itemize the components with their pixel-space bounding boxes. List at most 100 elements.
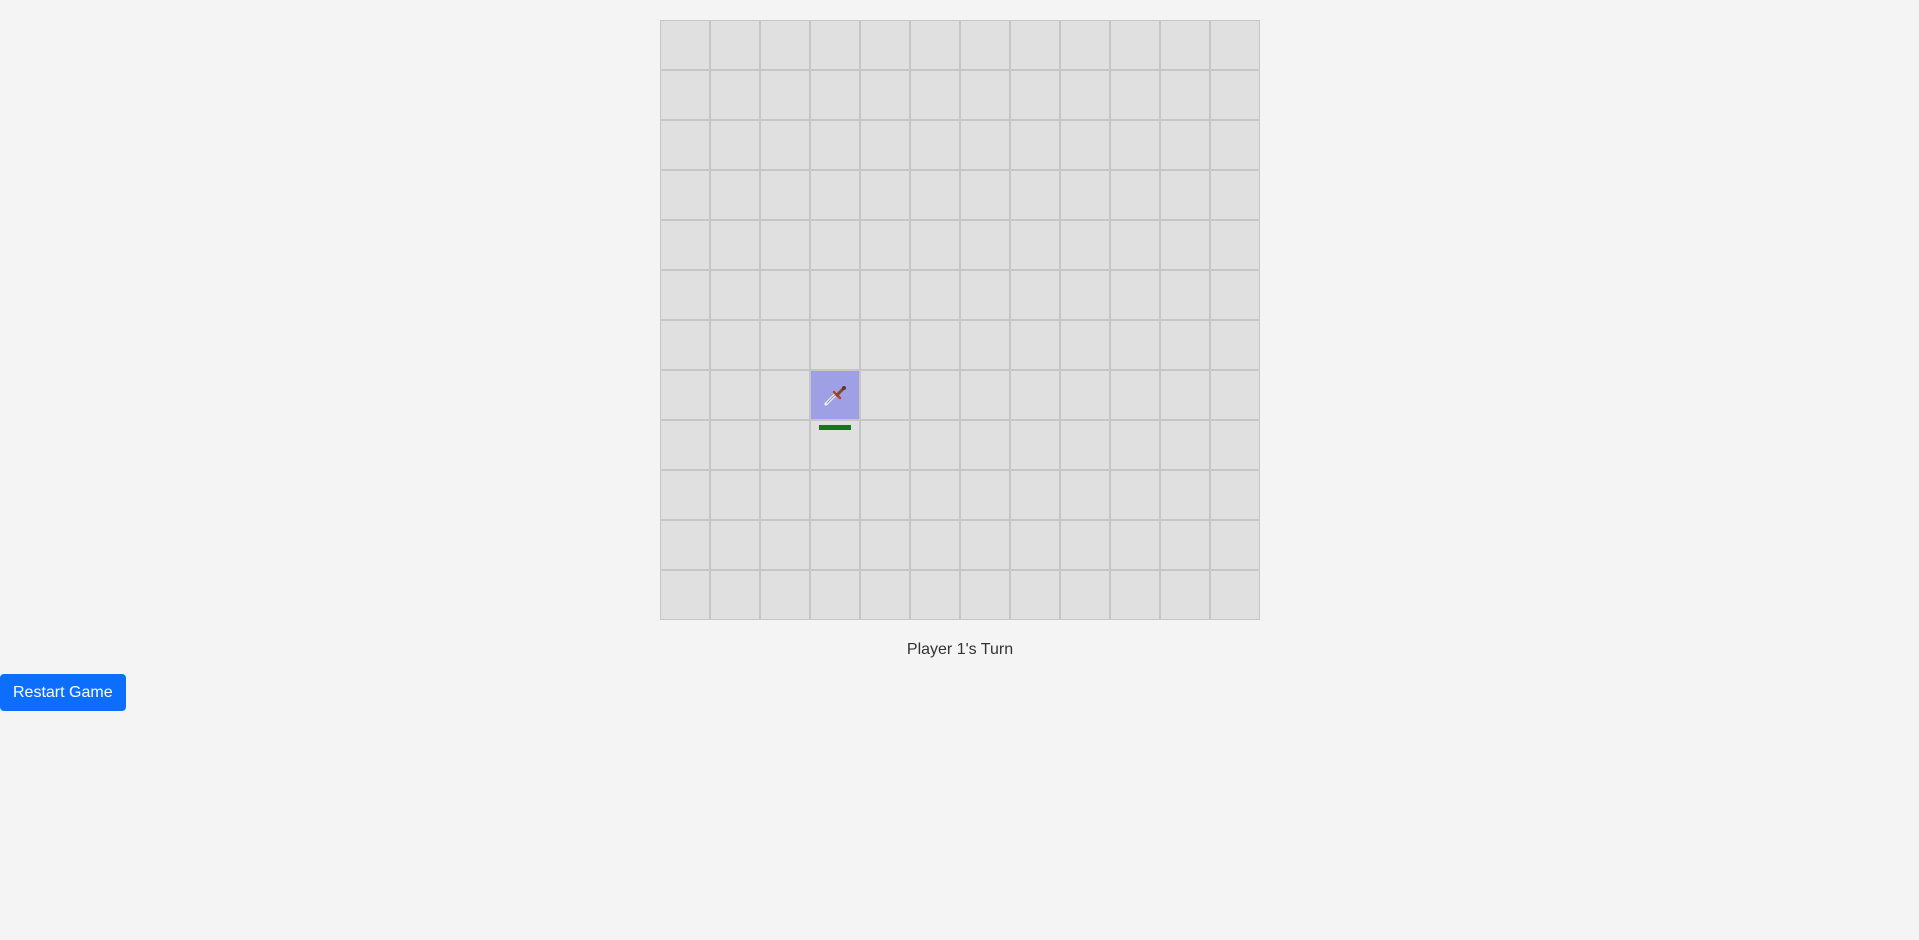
board-cell[interactable] bbox=[1060, 520, 1110, 570]
board-cell[interactable] bbox=[960, 520, 1010, 570]
board-cell[interactable] bbox=[1060, 270, 1110, 320]
board-cell[interactable] bbox=[1160, 570, 1210, 620]
board-cell[interactable] bbox=[1060, 70, 1110, 120]
board-cell[interactable] bbox=[760, 220, 810, 270]
board-cell[interactable] bbox=[860, 20, 910, 70]
board-cell[interactable] bbox=[810, 170, 860, 220]
board-cell[interactable] bbox=[1110, 520, 1160, 570]
board-cell[interactable] bbox=[1060, 570, 1110, 620]
board-cell[interactable] bbox=[1010, 270, 1060, 320]
board-cell[interactable] bbox=[1160, 420, 1210, 470]
board-cell[interactable] bbox=[1210, 220, 1260, 270]
board-cell[interactable] bbox=[1160, 470, 1210, 520]
board-cell[interactable] bbox=[1210, 570, 1260, 620]
board-cell[interactable] bbox=[1010, 220, 1060, 270]
board-cell[interactable] bbox=[1210, 120, 1260, 170]
board-cell[interactable] bbox=[860, 470, 910, 520]
board-cell[interactable] bbox=[660, 70, 710, 120]
board-cell[interactable] bbox=[810, 570, 860, 620]
board-cell[interactable] bbox=[660, 370, 710, 420]
board-cell[interactable] bbox=[960, 270, 1010, 320]
board-cell[interactable] bbox=[910, 320, 960, 370]
board-cell[interactable] bbox=[1010, 320, 1060, 370]
board-cell[interactable] bbox=[810, 520, 860, 570]
board-cell[interactable] bbox=[710, 320, 760, 370]
board-cell[interactable] bbox=[710, 370, 760, 420]
board-cell[interactable] bbox=[910, 420, 960, 470]
board-cell[interactable] bbox=[1210, 370, 1260, 420]
board-cell[interactable] bbox=[1110, 470, 1160, 520]
board-cell[interactable] bbox=[1110, 420, 1160, 470]
board-cell[interactable] bbox=[660, 270, 710, 320]
board-cell[interactable] bbox=[860, 170, 910, 220]
board-cell[interactable] bbox=[910, 270, 960, 320]
board-cell[interactable] bbox=[810, 320, 860, 370]
board-cell[interactable] bbox=[960, 120, 1010, 170]
board-cell[interactable] bbox=[760, 420, 810, 470]
board-cell[interactable] bbox=[960, 470, 1010, 520]
board-cell[interactable] bbox=[1010, 370, 1060, 420]
board-cell[interactable] bbox=[860, 570, 910, 620]
board-cell[interactable] bbox=[710, 420, 760, 470]
board-cell[interactable] bbox=[1110, 70, 1160, 120]
board-cell[interactable] bbox=[760, 70, 810, 120]
board-cell[interactable] bbox=[1160, 320, 1210, 370]
board-cell[interactable] bbox=[910, 120, 960, 170]
board-cell[interactable] bbox=[710, 170, 760, 220]
board-cell[interactable] bbox=[1210, 170, 1260, 220]
board-cell[interactable] bbox=[660, 570, 710, 620]
board-cell[interactable] bbox=[660, 520, 710, 570]
board-cell[interactable] bbox=[1010, 170, 1060, 220]
board-cell[interactable] bbox=[1160, 70, 1210, 120]
board-cell[interactable] bbox=[660, 120, 710, 170]
board-cell[interactable] bbox=[1160, 520, 1210, 570]
board-cell[interactable] bbox=[660, 220, 710, 270]
board-cell[interactable] bbox=[910, 520, 960, 570]
board-cell[interactable] bbox=[760, 120, 810, 170]
board-cell[interactable] bbox=[1010, 520, 1060, 570]
board-cell[interactable] bbox=[860, 70, 910, 120]
board-cell[interactable] bbox=[660, 20, 710, 70]
board-cell[interactable] bbox=[710, 20, 760, 70]
board-cell[interactable] bbox=[1010, 420, 1060, 470]
board-cell[interactable] bbox=[760, 520, 810, 570]
board-cell[interactable] bbox=[1210, 270, 1260, 320]
board-cell[interactable] bbox=[860, 420, 910, 470]
board-cell[interactable] bbox=[1010, 120, 1060, 170]
board-cell[interactable] bbox=[1060, 370, 1110, 420]
board-cell[interactable] bbox=[860, 320, 910, 370]
board-cell[interactable] bbox=[1210, 20, 1260, 70]
board-cell[interactable] bbox=[1060, 220, 1110, 270]
board-cell[interactable] bbox=[1210, 520, 1260, 570]
board-cell[interactable] bbox=[860, 220, 910, 270]
board-cell[interactable] bbox=[760, 270, 810, 320]
board-cell[interactable] bbox=[710, 570, 760, 620]
board-cell[interactable] bbox=[910, 570, 960, 620]
board-cell[interactable] bbox=[660, 470, 710, 520]
board-cell[interactable] bbox=[710, 220, 760, 270]
board-cell[interactable] bbox=[1160, 270, 1210, 320]
board-cell[interactable] bbox=[1210, 70, 1260, 120]
board-cell[interactable] bbox=[1110, 20, 1160, 70]
board-cell[interactable] bbox=[1110, 570, 1160, 620]
board-cell[interactable] bbox=[1010, 570, 1060, 620]
board-cell[interactable] bbox=[1160, 120, 1210, 170]
board-cell[interactable] bbox=[960, 420, 1010, 470]
board-cell[interactable] bbox=[910, 70, 960, 120]
board-cell[interactable] bbox=[760, 470, 810, 520]
board-cell[interactable] bbox=[960, 170, 1010, 220]
board-cell[interactable] bbox=[960, 20, 1010, 70]
board-cell[interactable] bbox=[810, 120, 860, 170]
board-cell[interactable] bbox=[1110, 170, 1160, 220]
board-cell[interactable] bbox=[760, 570, 810, 620]
board-cell[interactable] bbox=[910, 20, 960, 70]
board-cell[interactable] bbox=[760, 370, 810, 420]
board-cell[interactable] bbox=[810, 370, 860, 430]
board-cell[interactable] bbox=[1110, 120, 1160, 170]
restart-game-button[interactable]: Restart Game bbox=[0, 674, 126, 711]
board-cell[interactable] bbox=[710, 270, 760, 320]
board-cell[interactable] bbox=[1210, 320, 1260, 370]
board-cell[interactable] bbox=[1110, 270, 1160, 320]
board-cell[interactable] bbox=[760, 170, 810, 220]
board-cell[interactable] bbox=[910, 370, 960, 420]
